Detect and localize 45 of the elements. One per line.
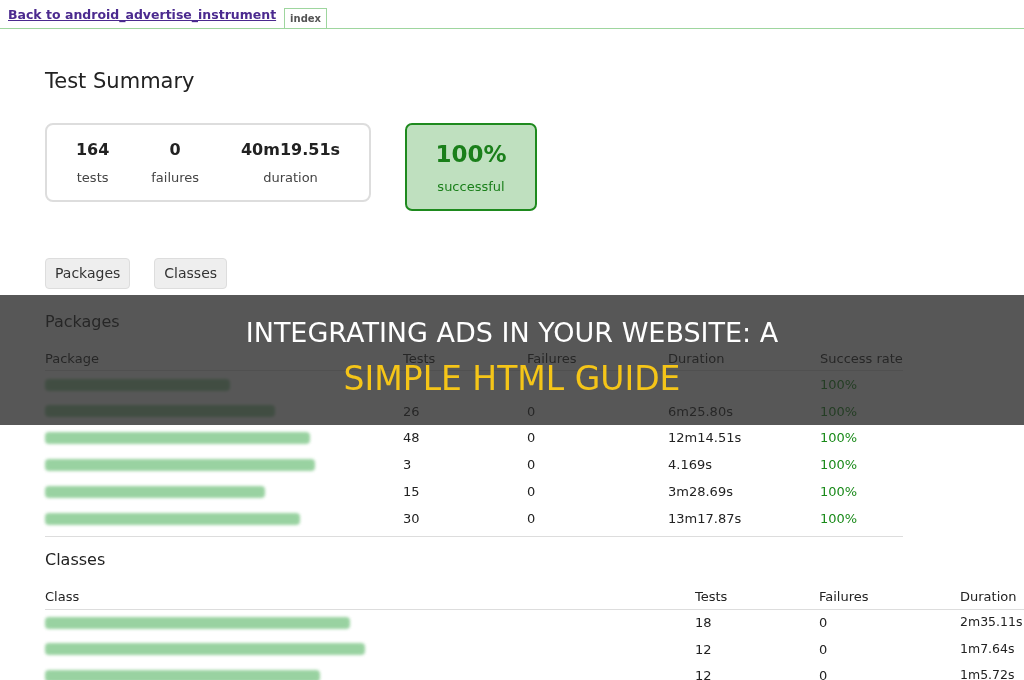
section-heading: Classes	[45, 552, 107, 569]
column-header: Class	[45, 588, 81, 607]
table-cell-text: 12	[695, 667, 713, 680]
table-cell: 3m28.69s	[668, 484, 733, 500]
table-cell-text: 2m35.11s	[960, 613, 1024, 632]
table-cell: 0	[527, 430, 536, 446]
stat-value: 164	[75, 138, 110, 161]
table-cell: 3	[403, 457, 412, 473]
table-cell: 4.169s	[668, 457, 712, 473]
banner-subtitle: SIMPLE HTML GUIDE	[343, 366, 681, 392]
table-cell: 30	[403, 510, 420, 526]
table-cell: 15	[403, 484, 420, 500]
table-cell: 0	[527, 510, 536, 526]
table-cell-text: 1m5.72s	[960, 666, 1016, 680]
column-header: Duration	[960, 588, 1018, 607]
table-cell-text: 0	[819, 614, 829, 633]
success-rate: 100%	[820, 429, 859, 448]
table-cell: 0	[527, 484, 536, 500]
table-cell-text: 1m7.64s	[960, 639, 1016, 658]
success-rate: 100%	[820, 509, 859, 528]
success-rate: 100%	[820, 483, 859, 502]
view-button[interactable]: Packages	[45, 257, 131, 289]
banner-title: INTEGRATING ADS IN YOUR WEBSITE: A	[245, 319, 779, 346]
stat-label: failures	[151, 168, 200, 187]
table-cell-text: 0	[819, 640, 829, 659]
stat-label: duration	[263, 168, 318, 187]
success-rate: 100%	[820, 456, 859, 475]
column-header: Tests	[695, 588, 729, 607]
table-cell-text: 18	[695, 614, 713, 633]
back-link[interactable]: Back to android_advertise_instrument	[8, 6, 277, 28]
stat-value: 40m19.51s	[240, 138, 341, 161]
column-header: Failures	[819, 588, 870, 607]
tab[interactable]: index	[284, 7, 328, 28]
table-cell-text: 0	[819, 667, 829, 680]
stat-value: 0	[169, 138, 181, 161]
table-cell: 0	[527, 457, 536, 473]
page-title: Test Summary	[45, 70, 196, 92]
table-cell: 13m17.87s	[668, 510, 742, 526]
stat-label: tests	[76, 168, 109, 187]
table-cell-text: 12	[695, 640, 713, 659]
table-cell: 12m14.51s	[668, 430, 742, 446]
table-cell: 48	[403, 430, 420, 446]
success-label: successful	[437, 178, 505, 197]
view-button[interactable]: Classes	[154, 257, 228, 289]
success-value: 100%	[435, 139, 507, 169]
